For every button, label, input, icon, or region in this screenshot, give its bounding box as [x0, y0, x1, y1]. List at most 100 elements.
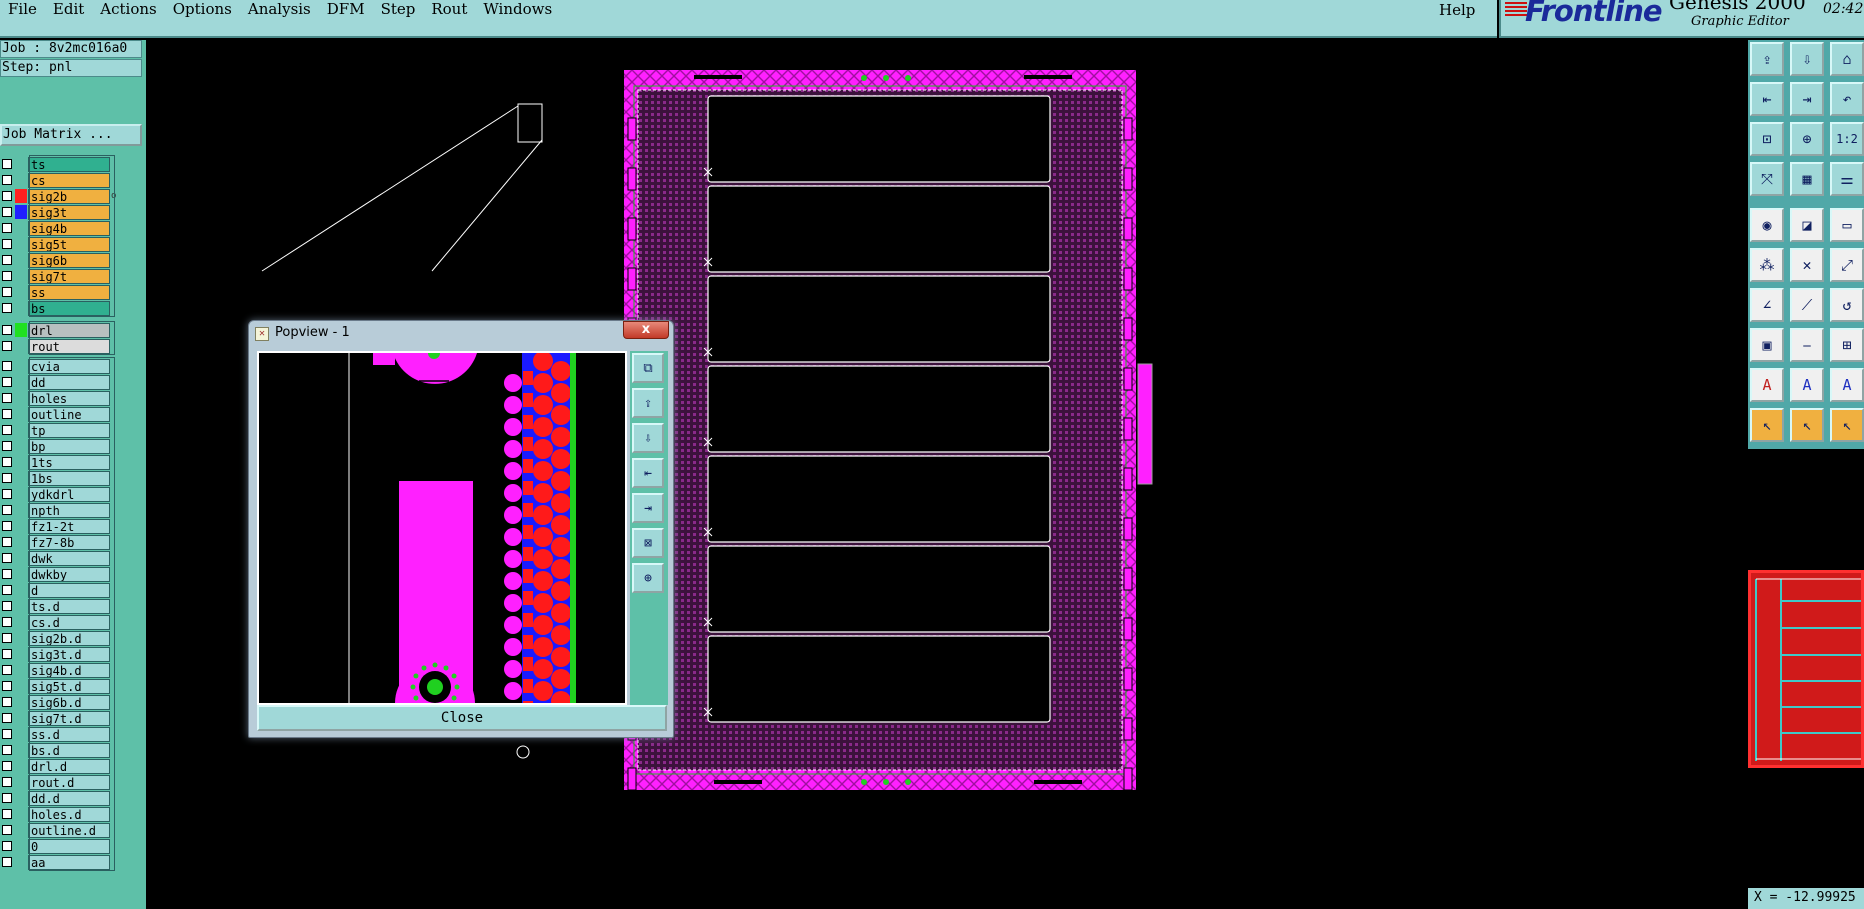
layer-row[interactable]: dwk — [0, 550, 146, 566]
layer-name[interactable]: bp — [28, 438, 110, 454]
popview-page-right-icon[interactable]: ⇥ — [632, 493, 664, 523]
layer-row[interactable]: rout.d — [0, 774, 146, 790]
layer-color-swatch[interactable] — [15, 679, 27, 693]
job-matrix-button[interactable]: Job Matrix ... — [0, 124, 142, 146]
layer-checkbox[interactable] — [2, 697, 12, 707]
layer-row[interactable]: outline.d — [0, 822, 146, 838]
layer-row[interactable]: sig4b — [0, 220, 146, 236]
layer-color-swatch[interactable] — [15, 599, 27, 613]
layer-name[interactable]: ss.d — [28, 726, 110, 742]
text-add-icon[interactable]: A — [1750, 368, 1784, 402]
layer-color-swatch[interactable] — [15, 301, 27, 315]
layer-checkbox[interactable] — [2, 617, 12, 627]
window-close-icon[interactable]: x — [623, 321, 669, 339]
layer-color-swatch[interactable] — [15, 663, 27, 677]
line-add-icon[interactable]: ∠ — [1750, 288, 1784, 322]
layer-checkbox[interactable] — [2, 505, 12, 515]
menu-help[interactable]: Help — [1439, 1, 1475, 19]
layer-name[interactable]: 1ts — [28, 454, 110, 470]
layer-checkbox[interactable] — [2, 239, 12, 249]
zoom-fit-icon[interactable]: ⊡ — [1750, 122, 1784, 156]
layer-row[interactable]: holes.d — [0, 806, 146, 822]
layer-color-swatch[interactable] — [15, 551, 27, 565]
layer-row[interactable]: fz1-2t — [0, 518, 146, 534]
popview-zoom-window-icon[interactable]: ⧉ — [632, 353, 664, 383]
layer-checkbox[interactable] — [2, 457, 12, 467]
save-job-icon[interactable]: ⇩ — [1790, 42, 1824, 76]
layer-name[interactable]: outline — [28, 406, 110, 422]
menu-rout[interactable]: Rout — [423, 1, 475, 18]
layer-color-swatch[interactable] — [15, 471, 27, 485]
text-edit-icon[interactable]: A — [1790, 368, 1824, 402]
layer-name[interactable]: ydkdrl — [28, 486, 110, 502]
layer-row[interactable]: sig7t.d — [0, 710, 146, 726]
layer-color-swatch[interactable] — [15, 205, 27, 219]
layer-checkbox[interactable] — [2, 553, 12, 563]
layer-name[interactable]: 0 — [28, 838, 110, 854]
layer-checkbox[interactable] — [2, 825, 12, 835]
select-area-icon[interactable]: ↖ — [1790, 408, 1824, 442]
layer-row[interactable]: drl — [0, 322, 146, 338]
layer-color-swatch[interactable] — [15, 535, 27, 549]
layer-row[interactable]: sig6b — [0, 252, 146, 268]
layer-row[interactable]: rout — [0, 338, 146, 354]
popview-zoom-fit-icon[interactable]: ⊠ — [632, 528, 664, 558]
layer-color-swatch[interactable] — [15, 503, 27, 517]
layer-name[interactable]: fz1-2t — [28, 518, 110, 534]
layer-row[interactable]: d — [0, 582, 146, 598]
step-in-icon[interactable]: ⇤ — [1750, 82, 1784, 116]
layer-row[interactable]: sig3t — [0, 204, 146, 220]
layer-name[interactable]: drl.d — [28, 758, 110, 774]
ruler-icon[interactable]: ▭ — [1830, 208, 1864, 242]
layer-name[interactable]: 1bs — [28, 470, 110, 486]
layer-checkbox[interactable] — [2, 569, 12, 579]
layer-row[interactable]: aa — [0, 854, 146, 870]
layer-color-swatch[interactable] — [15, 455, 27, 469]
layer-color-swatch[interactable] — [15, 583, 27, 597]
layer-checkbox[interactable] — [2, 409, 12, 419]
line-break-icon[interactable]: ⎯ — [1790, 328, 1824, 362]
layer-row[interactable]: cvia — [0, 358, 146, 374]
layer-color-swatch[interactable] — [15, 237, 27, 251]
layer-checkbox[interactable] — [2, 777, 12, 787]
layer-name[interactable]: cs.d — [28, 614, 110, 630]
layer-checkbox[interactable] — [2, 841, 12, 851]
layer-checkbox[interactable] — [2, 441, 12, 451]
layer-color-swatch[interactable] — [15, 253, 27, 267]
layer-checkbox[interactable] — [2, 857, 12, 867]
layer-color-swatch[interactable] — [15, 567, 27, 581]
feature-draw-icon[interactable]: ◉ — [1750, 208, 1784, 242]
layer-row[interactable]: holes — [0, 390, 146, 406]
layer-color-swatch[interactable] — [15, 695, 27, 709]
layer-row[interactable]: tp — [0, 422, 146, 438]
layer-name[interactable]: ts.d — [28, 598, 110, 614]
layer-name[interactable]: sig6b — [28, 252, 110, 268]
popview-canvas[interactable] — [257, 351, 627, 705]
layer-row[interactable]: cs — [0, 172, 146, 188]
layer-checkbox[interactable] — [2, 159, 12, 169]
popview-page-up-icon[interactable]: ⇪ — [632, 388, 664, 418]
layer-name[interactable]: sig3t.d — [28, 646, 110, 662]
layer-checkbox[interactable] — [2, 393, 12, 403]
menu-actions[interactable]: Actions — [92, 1, 164, 18]
select-icon[interactable]: ↖ — [1750, 408, 1784, 442]
layer-row[interactable]: ts — [0, 156, 146, 172]
layer-checkbox[interactable] — [2, 809, 12, 819]
layer-checkbox[interactable] — [2, 341, 12, 351]
layer-color-swatch[interactable] — [15, 359, 27, 373]
layer-colors-icon[interactable]: ⚌ — [1830, 162, 1864, 196]
layer-checkbox[interactable] — [2, 255, 12, 265]
layer-row[interactable]: 1ts — [0, 454, 146, 470]
layer-color-swatch[interactable] — [15, 423, 27, 437]
layer-name[interactable]: cvia — [28, 358, 110, 374]
layer-color-swatch[interactable] — [15, 631, 27, 645]
layer-name[interactable]: fz7-8b — [28, 534, 110, 550]
layer-checkbox[interactable] — [2, 585, 12, 595]
layer-name[interactable]: outline.d — [28, 822, 110, 838]
layer-row[interactable]: ydkdrl — [0, 486, 146, 502]
layer-color-swatch[interactable] — [15, 339, 27, 353]
layer-color-swatch[interactable] — [15, 391, 27, 405]
layer-checkbox[interactable] — [2, 681, 12, 691]
layer-checkbox[interactable] — [2, 271, 12, 281]
popview-page-left-icon[interactable]: ⇤ — [632, 458, 664, 488]
